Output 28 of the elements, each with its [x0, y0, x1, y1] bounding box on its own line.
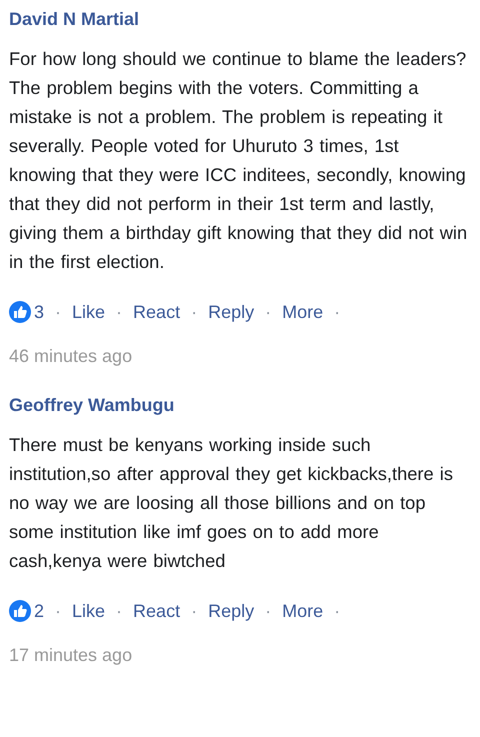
action-link[interactable]: More: [282, 290, 324, 334]
comment-author[interactable]: Geoffrey Wambugu: [9, 392, 471, 418]
comment-text: For how long should we continue to blame the leaders? The problem begins with the voters. Committing a mistake is not a problem. The problem is repeating it severally. People voted for Uhuruto 3 times, 1st knowing that they were ICC inditees, secondly, knowing that they did not perform in their 1st term and lastly, giving them a birthday gift knowing that they did not win in the first election.: [9, 47, 468, 274]
separator-dot: ·: [55, 301, 62, 324]
comment-author[interactable]: David N Martial: [9, 6, 471, 32]
action-link[interactable]: Like: [72, 290, 106, 334]
thumbs-up-icon: [9, 600, 31, 622]
separator-dot: ·: [191, 600, 198, 623]
comment-time: 17 minutes ago: [9, 644, 132, 667]
action-link[interactable]: React: [133, 290, 180, 334]
separator-dot: ·: [116, 600, 122, 623]
separator-dot: ·: [265, 600, 272, 623]
like-count: 2: [34, 600, 44, 623]
action-link[interactable]: More: [282, 589, 324, 633]
comment-time: 46 minutes ago: [9, 345, 132, 368]
action-link[interactable]: Reply: [208, 290, 254, 334]
action-link[interactable]: Like: [72, 589, 106, 633]
comment-text: There must be kenyans working inside such institution,so after approval they get kickbacks,there is no way we are loosing all those billions and on top some institution like imf goes on to add more cash,kenya were biwtched: [9, 433, 454, 573]
separator-dot: ·: [334, 301, 340, 324]
action-link[interactable]: Reply: [208, 589, 254, 633]
separator-dot: ·: [55, 600, 62, 623]
like-count: 3: [34, 301, 44, 324]
separator-dot: ·: [191, 301, 198, 324]
separator-dot: ·: [116, 301, 122, 324]
thumbs-up-icon: [9, 301, 31, 323]
separator-dot: ·: [334, 600, 340, 623]
action-link[interactable]: React: [133, 589, 180, 633]
separator-dot: ·: [265, 301, 272, 324]
